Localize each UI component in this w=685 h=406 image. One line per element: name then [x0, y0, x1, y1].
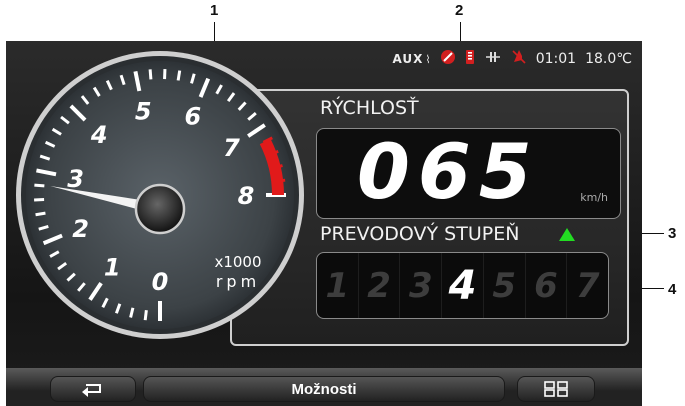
aux-label: AUX: [392, 52, 424, 66]
callout-3: 3: [668, 225, 677, 242]
rpm-label-1: 1: [104, 254, 121, 282]
rpm-label-0: 0: [152, 268, 169, 296]
rpm-label-7: 7: [223, 134, 240, 162]
tick-28: [176, 70, 182, 81]
gear-6: 6: [526, 253, 568, 318]
phone-battery-icon: [465, 49, 475, 69]
rpm-label-4: 4: [90, 121, 108, 149]
gear-3: 3: [400, 253, 443, 318]
grid-menu-icon: [544, 381, 568, 397]
back-arrow-icon: [82, 384, 101, 397]
rpm-multiplier: x1000: [214, 253, 261, 271]
status-bar: AUX ⌇ 01:01 18.0℃: [392, 48, 632, 70]
bottom-bar: Možnosti: [6, 368, 642, 406]
network-icon: [484, 50, 502, 68]
speed-display: 065 km/h: [316, 127, 621, 219]
callout-2: 2: [455, 2, 464, 19]
menu-button[interactable]: [517, 376, 595, 402]
tick-14: [34, 183, 45, 188]
gear-label: PREVODOVÝ STUPEŇ: [320, 223, 520, 245]
rpm-unit: rpm: [216, 272, 260, 291]
gear-indicator: 1 2 3 4 5 6 7: [316, 252, 609, 319]
up-arrow-icon: [559, 228, 575, 241]
back-button[interactable]: [50, 376, 136, 402]
speed-unit: km/h: [580, 191, 608, 204]
callout-4: 4: [668, 281, 677, 298]
gear-5: 5: [484, 253, 526, 318]
needle-hub: [134, 183, 186, 235]
temperature: 18.0℃: [585, 51, 632, 67]
speed-value: 065: [357, 127, 540, 216]
rpm-label-5: 5: [135, 98, 152, 126]
mute-icon: [511, 49, 527, 69]
rpm-label-8: 8: [238, 182, 255, 210]
gear-7: 7: [575, 265, 600, 306]
rpm-label-6: 6: [185, 103, 202, 131]
clock: 01:01: [535, 51, 577, 67]
gear-4-active: 4: [442, 253, 484, 318]
speed-label: RÝCHLOSŤ: [320, 97, 419, 119]
tick-1: [143, 310, 148, 321]
tick-26: [148, 69, 153, 80]
callout-1: 1: [210, 2, 219, 19]
gear-1: 1: [317, 253, 359, 318]
tachometer: 012345 678 x1000 rpm: [16, 51, 304, 339]
options-button[interactable]: Možnosti: [143, 376, 505, 402]
aux-plug-icon: ⌇: [425, 52, 431, 66]
navigation-screen: AUX ⌇ 01:01 18.0℃ RÝCHLOSŤ 065 km/h PREV…: [6, 41, 642, 406]
rpm-label-2: 2: [72, 215, 89, 243]
gear-2: 2: [359, 253, 401, 318]
tick-12: [35, 211, 46, 217]
no-signal-icon: [440, 49, 456, 69]
